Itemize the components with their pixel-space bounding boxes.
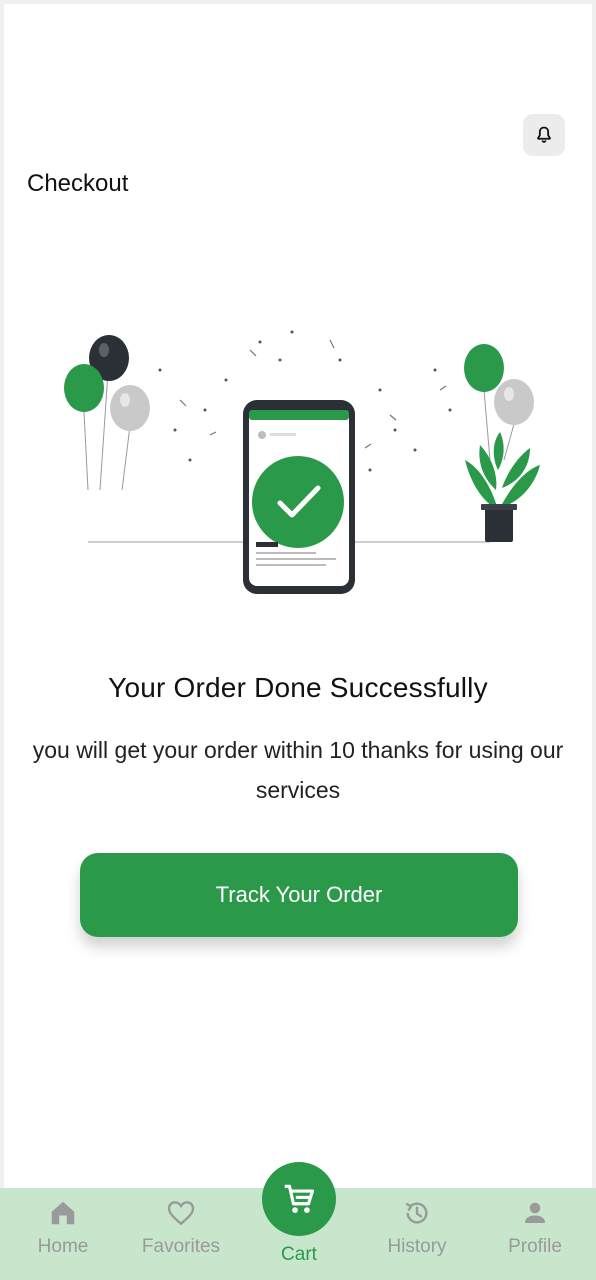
nav-item-profile[interactable]: Profile [480,1196,590,1276]
notification-button[interactable] [523,114,565,156]
order-success-illustration [64,330,540,594]
nav-label-home: Home [37,1236,89,1257]
success-message: you will get your order within 10 thanks… [32,737,564,803]
nav-label-favorites: Favorites [141,1236,221,1257]
page-title: Checkout [27,170,129,197]
nav-label-profile: Profile [508,1236,562,1257]
success-headline: Your Order Done Successfully [108,672,488,703]
home-icon [51,1201,75,1225]
nav-item-favorites[interactable]: Favorites [126,1196,236,1276]
nav-item-history[interactable]: History [362,1196,472,1276]
history-icon [405,1202,428,1224]
person-icon [525,1202,545,1223]
heart-icon [167,1201,195,1226]
nav-label-cart[interactable]: Cart [249,1244,349,1266]
nav-label-history: History [387,1236,447,1257]
cart-icon [284,1184,315,1213]
track-order-button[interactable]: Track Your Order [80,853,518,937]
cart-button[interactable] [262,1162,336,1236]
bell-icon [537,126,551,143]
nav-item-home[interactable]: Home [8,1196,118,1276]
